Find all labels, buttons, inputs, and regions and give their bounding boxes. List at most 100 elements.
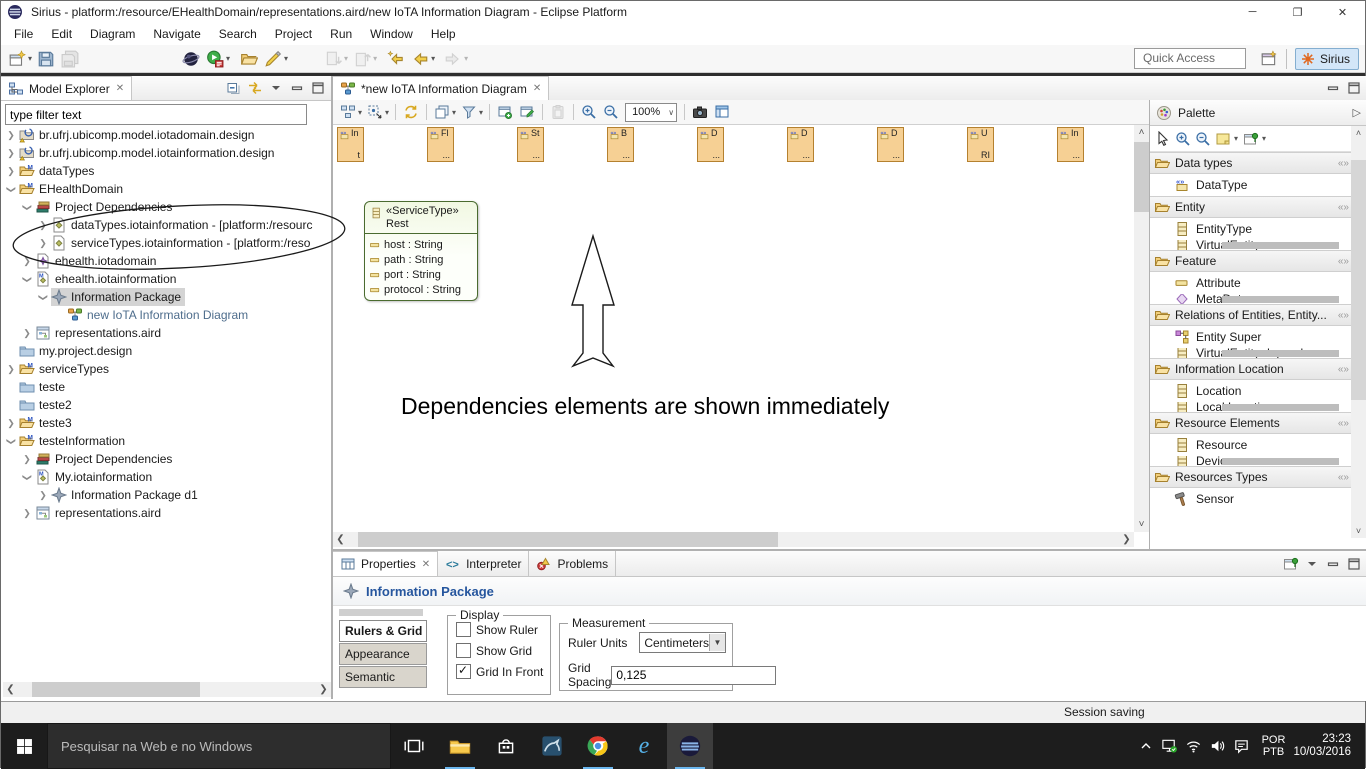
window-restore-button[interactable]: ❐ xyxy=(1275,1,1320,23)
palette-group-feature[interactable]: Feature«» xyxy=(1150,250,1366,272)
menu-help[interactable]: Help xyxy=(422,25,465,43)
edit-image-button[interactable] xyxy=(516,101,538,123)
service-type-node[interactable]: «ServiceType» Rest host : Stringpath : S… xyxy=(364,201,478,301)
tree-item-teste2[interactable]: teste2 xyxy=(1,396,329,414)
service-attribute[interactable]: protocol : String xyxy=(369,282,475,297)
checkbox-show-ruler[interactable]: Show Ruler xyxy=(456,622,550,637)
minimize-view-icon[interactable] xyxy=(1324,555,1342,573)
minimize-view-icon[interactable] xyxy=(288,79,306,97)
tree-item-datatypes[interactable]: ❯MdataTypes xyxy=(1,162,329,180)
scrollbar-thumb[interactable] xyxy=(1134,142,1149,212)
minimize-view-icon[interactable] xyxy=(1324,79,1342,97)
checkbox-box[interactable] xyxy=(456,622,471,637)
sphere-button[interactable] xyxy=(179,48,203,70)
tree-item-information-package[interactable]: ❯Information Package xyxy=(1,288,329,306)
palette-tool-resource[interactable]: Resource xyxy=(1150,434,1366,456)
tray-wifi[interactable] xyxy=(1182,723,1206,769)
tree-item-servicetypes[interactable]: ❯MserviceTypes xyxy=(1,360,329,378)
dropdown-arrow-icon[interactable]: ▾ xyxy=(373,54,377,63)
twistie-icon[interactable]: ❯ xyxy=(6,433,17,449)
tab-properties[interactable]: Properties✕ xyxy=(333,551,438,576)
dropdown-arrow-icon[interactable]: ▾ xyxy=(1262,134,1266,143)
menu-file[interactable]: File xyxy=(5,25,42,43)
palette-group-relations-of-entities-entity[interactable]: Relations of Entities, Entity...«» xyxy=(1150,304,1366,326)
back-button[interactable]: ▾ xyxy=(408,48,437,70)
language-indicator[interactable]: POR PTB xyxy=(1262,734,1286,758)
explorer-horizontal-scrollbar[interactable]: ❮ ❯ xyxy=(3,682,331,697)
tree-item-teste3[interactable]: ❯Mteste3 xyxy=(1,414,329,432)
zoom-in-icon[interactable] xyxy=(1174,130,1192,148)
arrange-all-button[interactable]: ▾ xyxy=(337,101,364,123)
grid-spacing-input[interactable] xyxy=(611,666,776,685)
datatype-node[interactable]: «»Fl... xyxy=(427,127,454,162)
checkbox-show-grid[interactable]: Show Grid xyxy=(456,643,550,658)
clock[interactable]: 23:23 10/03/2016 xyxy=(1293,733,1351,759)
scrollbar-thumb[interactable] xyxy=(32,682,200,697)
menu-window[interactable]: Window xyxy=(361,25,422,43)
palette-tool-location[interactable]: Location xyxy=(1150,380,1366,402)
palette-tool-virtualentity[interactable]: VirtualEntity xyxy=(1150,240,1366,250)
taskbar-app-internet-explorer[interactable]: e xyxy=(621,723,667,769)
tree-item-teste[interactable]: teste xyxy=(1,378,329,396)
datatype-node[interactable]: «»In... xyxy=(1057,127,1084,162)
twistie-icon[interactable]: ❯ xyxy=(3,166,19,177)
twistie-icon[interactable]: ❯ xyxy=(3,418,19,429)
side-tab-appearance[interactable]: Appearance xyxy=(339,643,427,665)
tree-item-br-ufrj-ubicomp-model-iotadomain-design[interactable]: ❯br.ufrj.ubicomp.model.iotadomain.design xyxy=(1,126,329,144)
twistie-icon[interactable]: ❯ xyxy=(35,220,51,231)
menu-project[interactable]: Project xyxy=(266,25,321,43)
menu-edit[interactable]: Edit xyxy=(42,25,81,43)
zoom-out-tool-button[interactable] xyxy=(600,101,622,123)
side-tab-semantic[interactable]: Semantic xyxy=(339,666,427,688)
tree-item-ehealth-iotadomain[interactable]: ❯ehealth.iotadomain xyxy=(1,252,329,270)
quick-access-box[interactable]: Quick Access xyxy=(1134,48,1246,69)
scroll-up-icon[interactable]: ˄ xyxy=(1134,125,1149,140)
twistie-icon[interactable]: ❯ xyxy=(38,289,49,305)
taskbar-app-eclipse[interactable] xyxy=(667,723,713,769)
dropdown-arrow-icon[interactable]: ▾ xyxy=(284,54,288,63)
view-menu-icon[interactable] xyxy=(1303,555,1321,573)
palette-group-data-types[interactable]: Data types«» xyxy=(1150,152,1366,174)
export-image-button[interactable] xyxy=(494,101,516,123)
tree-item-my-iotainformation[interactable]: ❯MMy.iotainformation xyxy=(1,468,329,486)
tree-item-new-iota-information-diagram[interactable]: new IoTA Information Diagram xyxy=(1,306,329,324)
dropdown-arrow-icon[interactable]: ▾ xyxy=(28,54,32,63)
open-perspective-icon[interactable] xyxy=(1260,50,1278,68)
snapshot-button[interactable] xyxy=(689,101,711,123)
twistie-icon[interactable]: ❯ xyxy=(22,271,33,287)
datatype-node[interactable]: «»URI xyxy=(967,127,994,162)
new-wizard-button[interactable]: ▾ xyxy=(5,48,34,70)
menu-navigate[interactable]: Navigate xyxy=(144,25,209,43)
palette-tool-entity-super[interactable]: Entity Super xyxy=(1150,326,1366,348)
filters-button[interactable]: ▾ xyxy=(458,101,485,123)
palette-tool-datatype[interactable]: «»DataType xyxy=(1150,174,1366,196)
canvas-vertical-scrollbar[interactable]: ˄ ˅ xyxy=(1134,125,1149,532)
palette-tool-metadata[interactable]: MetaData xyxy=(1150,294,1366,304)
palette-tool-local-location[interactable]: Local Location xyxy=(1150,402,1366,412)
dropdown-arrow-icon[interactable]: ▾ xyxy=(464,54,468,63)
link-with-editor-icon[interactable] xyxy=(246,79,264,97)
tab-problems[interactable]: Problems xyxy=(529,551,616,576)
tree-item-project-dependencies[interactable]: ❯Project Dependencies xyxy=(1,198,329,216)
zoom-out-icon[interactable] xyxy=(1194,130,1212,148)
dropdown-arrow-icon[interactable]: ▾ xyxy=(226,54,230,63)
zoom-in-tool-button[interactable] xyxy=(578,101,600,123)
checkbox-grid-in-front[interactable]: Grid In Front xyxy=(456,664,550,679)
palette-tool-entitytype[interactable]: EntityType xyxy=(1150,218,1366,240)
palette-group-resources-types[interactable]: Resources Types«» xyxy=(1150,466,1366,488)
palette-tool-attribute[interactable]: Attribute xyxy=(1150,272,1366,294)
scroll-right-icon[interactable]: ❯ xyxy=(316,684,331,695)
tree-item-servicetypes-iotainformation-platform-reso[interactable]: ❯serviceTypes.iotainformation - [platfor… xyxy=(1,234,329,252)
combo-arrow-icon[interactable]: ▼ xyxy=(709,634,725,651)
tree-item-project-dependencies[interactable]: ❯Project Dependencies xyxy=(1,450,329,468)
twistie-icon[interactable]: ❯ xyxy=(3,364,19,375)
close-icon[interactable]: ✕ xyxy=(422,559,430,570)
twistie-icon[interactable]: ❯ xyxy=(35,238,51,249)
filter-input[interactable] xyxy=(5,104,307,125)
twistie-icon[interactable]: ❯ xyxy=(19,454,35,465)
taskbar-app-store[interactable] xyxy=(483,723,529,769)
dropdown-arrow-icon[interactable]: ▾ xyxy=(358,108,362,117)
menu-diagram[interactable]: Diagram xyxy=(81,25,144,43)
dropdown-arrow-icon[interactable]: ▾ xyxy=(431,54,435,63)
tree-item-information-package-d1[interactable]: ❯Information Package d1 xyxy=(1,486,329,504)
